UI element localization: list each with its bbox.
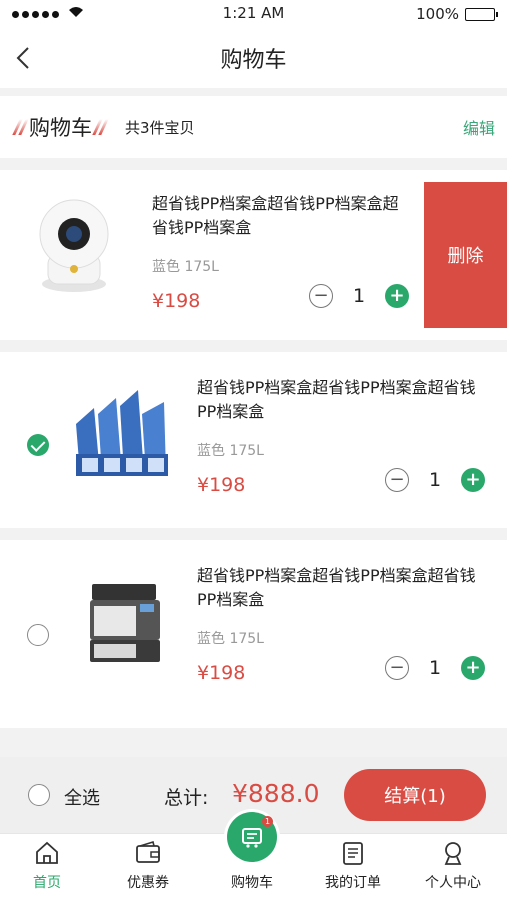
decrease-button[interactable]: − <box>309 284 333 308</box>
checkout-button[interactable]: 结算(1) <box>344 769 486 821</box>
item-price: ¥198 <box>152 290 201 312</box>
tab-label: 首页 <box>33 875 61 891</box>
item-spec: 蓝色 175L <box>152 259 219 275</box>
quantity-value[interactable]: 1 <box>409 469 461 491</box>
nav-bar: 购物车 <box>0 28 507 88</box>
cart-badge: 1 <box>262 816 273 827</box>
decrease-button[interactable]: − <box>385 468 409 492</box>
cart-item: 超省钱PP档案盒超省钱PP档案盒超省钱PP档案盒 蓝色 175L ¥198 − … <box>0 540 507 728</box>
cart-header: 购物车 共3件宝贝 编辑 <box>0 96 507 158</box>
cart-header-title: 购物车 <box>29 116 92 140</box>
user-icon <box>440 840 466 866</box>
increase-button[interactable]: + <box>461 656 485 680</box>
tab-orders[interactable]: 我的订单 <box>303 840 403 898</box>
printer-image <box>86 580 162 668</box>
edit-button[interactable]: 编辑 <box>463 115 495 139</box>
tab-label: 我的订单 <box>325 875 381 891</box>
wallet-icon <box>135 840 161 866</box>
total-value: ¥888.0 <box>232 779 320 808</box>
status-time: 1:21 AM <box>222 4 285 22</box>
tab-profile[interactable]: 个人中心 <box>403 840 503 898</box>
item-spec: 蓝色 175L <box>197 443 264 459</box>
cart-icon[interactable]: 1 <box>227 812 277 862</box>
item-price: ¥198 <box>197 662 246 684</box>
select-all-label[interactable]: 全选 <box>64 784 100 810</box>
select-all-checkbox[interactable] <box>28 784 50 806</box>
item-price: ¥198 <box>197 474 246 496</box>
decrease-button[interactable]: − <box>385 656 409 680</box>
quantity-value[interactable]: 1 <box>409 657 461 679</box>
increase-button[interactable]: + <box>385 284 409 308</box>
quantity-value[interactable]: 1 <box>333 285 385 307</box>
tab-label: 个人中心 <box>425 875 481 891</box>
delete-button[interactable]: 删除 <box>424 182 507 328</box>
total-label: 总计: <box>164 787 209 809</box>
file-organizer-image <box>70 384 170 484</box>
cart-item: 超省钱PP档案盒超省钱PP档案盒超省钱PP档案盒 蓝色 175L ¥198 − … <box>0 170 507 340</box>
tab-label: 优惠券 <box>127 875 169 891</box>
item-title[interactable]: 超省钱PP档案盒超省钱PP档案盒超省钱PP档案盒 <box>152 192 408 240</box>
stripe-decoration <box>92 119 109 135</box>
item-title[interactable]: 超省钱PP档案盒超省钱PP档案盒超省钱PP档案盒 <box>197 376 477 424</box>
cart-item: 超省钱PP档案盒超省钱PP档案盒超省钱PP档案盒 蓝色 175L ¥198 − … <box>0 352 507 528</box>
tab-bar: 首页 优惠券 购物车 1 我的订单 个人中心 <box>0 812 507 900</box>
quantity-stepper: − 1 + <box>385 656 485 680</box>
item-count: 共3件宝贝 <box>125 118 195 137</box>
camera-image <box>36 196 112 300</box>
status-bar: 1:21 AM 100% <box>0 0 507 28</box>
battery-icon <box>465 7 498 21</box>
increase-button[interactable]: + <box>461 468 485 492</box>
page-title: 购物车 <box>220 48 287 73</box>
order-icon <box>340 840 366 866</box>
item-checkbox[interactable] <box>27 434 49 456</box>
stripe-decoration <box>12 119 29 135</box>
back-icon[interactable] <box>12 40 36 76</box>
item-title[interactable]: 超省钱PP档案盒超省钱PP档案盒超省钱PP档案盒 <box>197 564 477 612</box>
tab-home[interactable]: 首页 <box>0 840 97 898</box>
tab-coupons[interactable]: 优惠券 <box>98 840 198 898</box>
home-icon <box>34 840 60 866</box>
quantity-stepper: − 1 + <box>385 468 485 492</box>
tab-label: 购物车 <box>231 875 273 891</box>
quantity-stepper: − 1 + <box>309 284 409 308</box>
item-checkbox[interactable] <box>27 624 49 646</box>
item-spec: 蓝色 175L <box>197 631 264 647</box>
